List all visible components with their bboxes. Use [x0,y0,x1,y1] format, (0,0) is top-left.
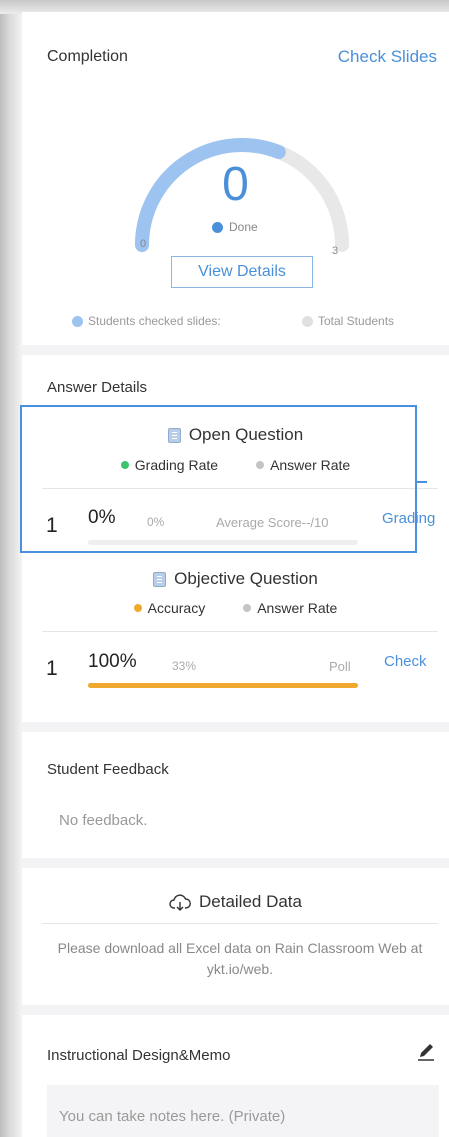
objective-question-legend: Accuracy Answer Rate [22,600,449,616]
grey-dot-icon [256,461,265,469]
open-row-index: 1 [46,514,58,537]
open-row-percent: 0% [88,507,116,528]
check-slides-link[interactable]: Check Slides [338,47,437,67]
no-feedback-text: No feedback. [59,812,148,829]
detailed-data-card: Detailed Data Please download all Excel … [22,868,449,1005]
done-label: Done [229,220,258,234]
answer-rate-label: Answer Rate [257,600,338,616]
cloud-download-icon [169,894,191,911]
objective-row-index: 1 [46,657,58,680]
open-question-legend: Grading Rate Answer Rate [22,457,449,473]
open-row-average-score: Average Score--/10 [216,515,329,530]
divider [42,631,438,632]
open-question-title: Open Question [188,425,304,444]
open-row-progress-track [88,540,358,545]
document-icon [153,571,167,587]
open-row-sub-percent: 0% [147,515,165,529]
check-link[interactable]: Check [384,653,427,670]
section-gap [22,858,449,868]
legend-total: Total Students [302,314,394,328]
section-gap [22,1005,449,1015]
grading-rate-label: Grading Rate [134,457,219,473]
orange-dot-icon [133,604,142,612]
green-dot-icon [120,461,129,469]
view-details-button[interactable]: View Details [171,256,313,288]
memo-notes-input[interactable] [47,1085,439,1137]
accuracy-legend: Accuracy [133,600,206,616]
legend-checked: Students checked slides: [72,314,221,328]
divider [42,488,438,489]
objective-question-title: Objective Question [174,569,318,588]
gauge-max: 3 [332,245,339,257]
grey-dot-icon [243,604,252,612]
student-feedback-title: Student Feedback [47,761,169,778]
detailed-data-button[interactable]: Detailed Data [22,892,449,912]
checked-dot-icon [72,315,83,327]
memo-card: Instructional Design&Memo [22,1015,449,1137]
open-question-heading: Open Question [22,425,449,445]
objective-question-heading: Objective Question [22,569,449,589]
completion-count: 0 [222,158,249,211]
student-feedback-card: Student Feedback No feedback. [22,732,449,858]
pencil-icon[interactable] [415,1041,437,1063]
phone-screen: Completion Check Slides 0 Done 0 3 View … [22,12,449,1137]
done-dot-icon [212,221,223,233]
section-gap [22,345,449,355]
objective-row-poll: Poll [329,659,351,674]
grading-rate-legend: Grading Rate [120,457,219,473]
answer-details-title: Answer Details [47,379,148,396]
total-dot-icon [302,315,313,327]
answer-rate-legend: Answer Rate [256,457,350,473]
answer-details-card: Answer Details Open Question Grading Rat… [22,355,449,722]
left-bezel [0,0,22,1137]
download-note: Please download all Excel data on Rain C… [57,940,423,977]
section-gap [22,722,449,732]
document-icon [167,427,181,443]
legend-total-label: Total Students [318,314,395,328]
completion-title: Completion [47,48,128,65]
completion-card: Completion Check Slides 0 Done 0 3 View … [22,12,449,345]
grading-link[interactable]: Grading [382,510,435,527]
memo-title: Instructional Design&Memo [47,1047,231,1064]
accuracy-label: Accuracy [147,600,206,616]
gauge-min: 0 [140,238,147,250]
done-legend: Done [212,220,258,234]
objective-row-percent: 100% [88,651,137,672]
divider [42,923,438,924]
objective-row-sub-percent: 33% [172,659,197,673]
selection-highlight-tick [417,481,427,483]
legend-checked-label: Students checked slides: [88,314,221,328]
answer-rate-legend: Answer Rate [243,600,337,616]
objective-row-progress-fill [88,683,358,688]
objective-row-progress-track [88,683,358,688]
answer-rate-label: Answer Rate [270,457,351,473]
detailed-data-title: Detailed Data [198,892,302,911]
